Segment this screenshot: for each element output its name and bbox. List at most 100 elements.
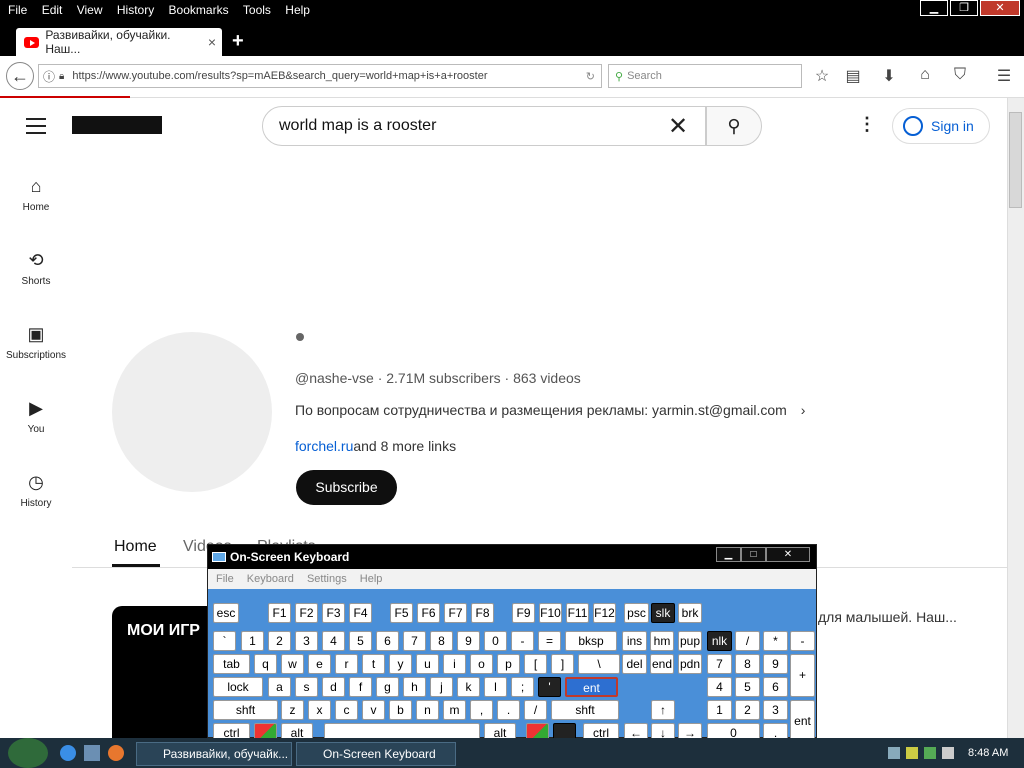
key-1-8[interactable]: 8: [430, 631, 453, 651]
key-3-3[interactable]: d: [322, 677, 345, 697]
download-icon[interactable]: ⬇: [879, 66, 899, 86]
key-2-7[interactable]: u: [416, 654, 439, 674]
key-3-10[interactable]: ;: [511, 677, 534, 697]
key-3-5[interactable]: g: [376, 677, 399, 697]
back-button[interactable]: ←: [6, 62, 34, 90]
key-0-10[interactable]: F10: [539, 603, 562, 623]
key-1-13[interactable]: bksp: [565, 631, 617, 651]
osk-minimize-button[interactable]: ▁: [716, 547, 741, 562]
key-0-7[interactable]: F7: [444, 603, 467, 623]
key-1-4[interactable]: 4: [322, 631, 345, 651]
key-2-16[interactable]: pdn: [678, 654, 702, 674]
youtube-search-input[interactable]: world map is a rooster: [262, 106, 706, 146]
reading-list-icon[interactable]: ▤: [843, 66, 863, 86]
key-1-7[interactable]: 7: [403, 631, 426, 651]
key-3-7[interactable]: j: [430, 677, 453, 697]
sidebar-item-shorts[interactable]: ⟲ Shorts: [0, 250, 72, 287]
sign-in-button[interactable]: Sign in: [892, 108, 990, 144]
key-4-9[interactable]: .: [497, 700, 520, 720]
key-4-12[interactable]: ↑: [651, 700, 675, 720]
key-4-0[interactable]: shft: [213, 700, 278, 720]
tray-network-icon[interactable]: [888, 747, 900, 759]
bookmark-star-icon[interactable]: ☆: [812, 66, 832, 86]
hamburger-menu-icon[interactable]: ☰: [994, 66, 1014, 86]
key-3-8[interactable]: k: [457, 677, 480, 697]
sidebar-item-history[interactable]: ◷ History: [0, 472, 72, 509]
key-1-19[interactable]: *: [763, 631, 788, 651]
youtube-menu-icon[interactable]: [26, 118, 46, 139]
key-4-1[interactable]: z: [281, 700, 304, 720]
channel-description[interactable]: По вопросам сотрудничества и размещения …: [295, 402, 805, 418]
key-1-2[interactable]: 2: [268, 631, 291, 651]
tray-volume-icon[interactable]: [942, 747, 954, 759]
menu-file[interactable]: File: [8, 0, 27, 20]
youtube-logo[interactable]: [72, 116, 162, 134]
key-3-6[interactable]: h: [403, 677, 426, 697]
key-3-1[interactable]: a: [268, 677, 291, 697]
key-1-5[interactable]: 5: [349, 631, 372, 651]
key-4-15[interactable]: 3: [763, 700, 788, 720]
url-bar[interactable]: ⓘ 🔒︎ https://www.youtube.com/results?sp=…: [38, 64, 602, 88]
key-0-12[interactable]: F12: [593, 603, 616, 623]
channel-avatar[interactable]: [112, 332, 272, 492]
browser-tab[interactable]: Развивайки, обучайки. Наш... ×: [16, 28, 222, 56]
key-1-9[interactable]: 9: [457, 631, 480, 651]
key-2-13[interactable]: \: [578, 654, 620, 674]
taskbar-button-osk[interactable]: On-Screen Keyboard: [296, 742, 456, 766]
key-4-5[interactable]: b: [389, 700, 412, 720]
key-3-0[interactable]: lock: [213, 677, 263, 697]
show-desktop-icon[interactable]: [84, 745, 100, 761]
tray-shield-icon[interactable]: [924, 747, 936, 759]
key-4-13[interactable]: 1: [707, 700, 732, 720]
key-1-18[interactable]: /: [735, 631, 760, 651]
key-2-14[interactable]: del: [622, 654, 647, 674]
key-0-1[interactable]: F1: [268, 603, 291, 623]
restore-button[interactable]: ❐: [950, 0, 978, 16]
key-2-4[interactable]: r: [335, 654, 358, 674]
key-3-11[interactable]: ': [538, 677, 561, 697]
firefox-icon[interactable]: [108, 745, 124, 761]
osk-menu-keyboard[interactable]: Keyboard: [247, 573, 294, 585]
key-0-3[interactable]: F3: [322, 603, 345, 623]
osk-menu-file[interactable]: File: [216, 573, 234, 585]
key-2-2[interactable]: w: [281, 654, 304, 674]
key-4-16[interactable]: ent: [790, 700, 815, 743]
menu-help[interactable]: Help: [285, 0, 310, 20]
key-0-8[interactable]: F8: [471, 603, 494, 623]
key-3-4[interactable]: f: [349, 677, 372, 697]
osk-close-button[interactable]: ✕: [766, 547, 810, 562]
more-options-icon[interactable]: ⋮: [858, 114, 876, 135]
key-2-15[interactable]: end: [650, 654, 674, 674]
key-1-11[interactable]: -: [511, 631, 534, 651]
osk-maximize-button[interactable]: □: [741, 547, 766, 562]
key-2-10[interactable]: p: [497, 654, 520, 674]
key-4-3[interactable]: c: [335, 700, 358, 720]
key-0-15[interactable]: brk: [678, 603, 702, 623]
subscribe-button[interactable]: Subscribe: [296, 470, 397, 505]
key-2-1[interactable]: q: [254, 654, 277, 674]
key-4-2[interactable]: x: [308, 700, 331, 720]
key-3-14[interactable]: 5: [735, 677, 760, 697]
key-2-18[interactable]: 8: [735, 654, 760, 674]
key-4-11[interactable]: shft: [551, 700, 619, 720]
key-3-12[interactable]: ent: [565, 677, 618, 697]
key-2-5[interactable]: t: [362, 654, 385, 674]
key-0-2[interactable]: F2: [295, 603, 318, 623]
sidebar-item-subscriptions[interactable]: ▣ Subscriptions: [0, 324, 72, 361]
pocket-icon[interactable]: ⛉: [950, 66, 970, 84]
scrollbar-thumb[interactable]: [1009, 112, 1022, 208]
chevron-right-icon[interactable]: ›: [801, 402, 806, 418]
osk-menu-settings[interactable]: Settings: [307, 573, 347, 585]
key-0-0[interactable]: esc: [213, 603, 239, 623]
key-3-13[interactable]: 4: [707, 677, 732, 697]
key-0-13[interactable]: psc: [624, 603, 649, 623]
clear-search-icon[interactable]: ✕: [668, 112, 688, 141]
ie-icon[interactable]: [60, 745, 76, 761]
taskbar-button-firefox[interactable]: Развивайки, обучайк...: [136, 742, 292, 766]
key-4-10[interactable]: /: [524, 700, 547, 720]
key-2-17[interactable]: 7: [707, 654, 732, 674]
home-icon[interactable]: ⌂: [915, 66, 935, 84]
menu-tools[interactable]: Tools: [243, 0, 271, 20]
key-2-19[interactable]: 9: [763, 654, 788, 674]
key-1-12[interactable]: =: [538, 631, 561, 651]
